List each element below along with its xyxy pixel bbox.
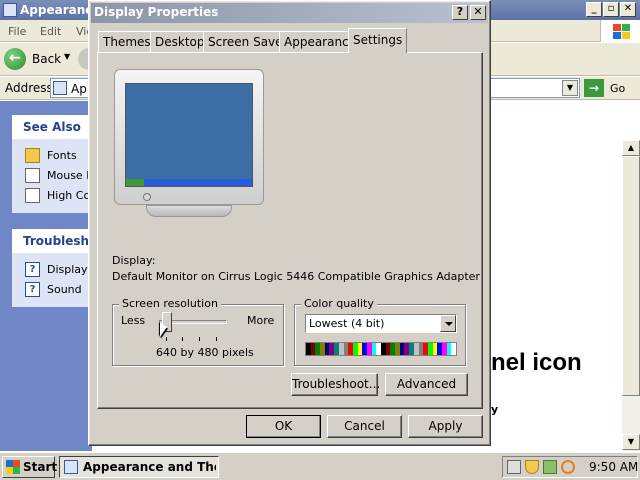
security-shield-icon[interactable] — [525, 460, 539, 474]
back-label: Back — [32, 52, 62, 66]
resolution-more-label: More — [247, 314, 275, 327]
start-button[interactable]: Start — [2, 456, 58, 478]
system-tray: 9:50 AM — [502, 456, 638, 478]
folder-icon — [3, 3, 17, 17]
help-icon: ? — [25, 282, 40, 297]
fonts-folder-icon — [25, 148, 40, 163]
help-icon[interactable]: ? — [452, 5, 468, 20]
task-pane: See Also Fonts Mouse P High Cor Troubles… — [0, 101, 102, 451]
maximize-icon[interactable]: ▫ — [603, 2, 619, 17]
back-arrow-icon: ← — [4, 48, 26, 70]
screen-resolution-title: Screen resolution — [119, 297, 221, 310]
advanced-button[interactable]: Advanced — [385, 373, 468, 396]
monitor-screen — [125, 83, 253, 187]
control-panel-icon — [64, 460, 78, 474]
search-icon[interactable] — [561, 460, 575, 474]
display-label: Display: — [112, 254, 156, 267]
color-palette-preview — [305, 342, 457, 356]
slider-tick — [182, 337, 183, 341]
updates-icon[interactable] — [543, 460, 557, 474]
troubleshoot-button[interactable]: Troubleshoot... — [291, 373, 380, 396]
apply-button[interactable]: Apply — [408, 415, 483, 438]
taskbar-item-appearance[interactable]: Appearance and The... — [59, 456, 219, 478]
color-quality-title: Color quality — [301, 297, 377, 310]
scrollbar-thumb[interactable] — [622, 156, 640, 396]
high-contrast-icon — [25, 188, 40, 203]
menu-edit[interactable]: Edit — [40, 25, 61, 38]
taskbar-item-label: Appearance and The... — [83, 460, 216, 474]
slider-tick — [199, 337, 200, 341]
address-dropdown-icon[interactable]: ▼ — [562, 80, 578, 96]
clock: 9:50 AM — [589, 460, 639, 474]
dialog-title: Display Properties — [94, 5, 219, 19]
preview-taskbar — [126, 179, 252, 186]
cancel-button[interactable]: Cancel — [327, 415, 402, 438]
slider-tick — [216, 337, 217, 341]
windows-logo-icon — [600, 20, 640, 42]
menu-file[interactable]: File — [8, 25, 26, 38]
address-label: Address — [5, 81, 53, 95]
monitor-preview — [114, 69, 264, 217]
scroll-down-icon[interactable]: ▼ — [622, 434, 640, 450]
tab-settings[interactable]: Settings — [348, 28, 408, 53]
control-panel-icon — [53, 81, 67, 95]
go-label: Go — [610, 82, 626, 95]
tab-desktop[interactable]: Desktop — [150, 31, 210, 52]
content-heading: nel icon — [491, 349, 582, 376]
windows-logo-icon — [6, 460, 20, 474]
monitor-stand — [146, 205, 232, 217]
dialog-titlebar[interactable]: Display Properties ? ✕ — [91, 3, 488, 23]
start-label: Start — [23, 460, 58, 474]
mouse-pointer-icon — [25, 168, 40, 183]
monitor-power-icon — [143, 193, 151, 201]
close-icon[interactable]: ✕ — [470, 5, 486, 20]
minimize-icon[interactable]: _ — [586, 2, 602, 17]
preview-start-button — [126, 179, 144, 186]
chevron-down-icon[interactable] — [440, 315, 456, 332]
resolution-value: 640 by 480 pixels — [156, 346, 254, 359]
taskbar: Start Appearance and The... 9:50 AM — [0, 452, 640, 480]
network-icon[interactable] — [507, 460, 521, 474]
ok-button[interactable]: OK — [246, 415, 321, 438]
resolution-less-label: Less — [121, 314, 146, 327]
help-icon: ? — [25, 262, 40, 277]
close-icon[interactable]: ✕ — [620, 2, 636, 17]
tab-themes[interactable]: Themes — [98, 31, 156, 52]
color-quality-value: Lowest (4 bit) — [309, 317, 385, 330]
color-swatch — [451, 343, 456, 355]
vertical-scrollbar[interactable]: ▲ ▼ — [622, 140, 640, 451]
chevron-down-icon[interactable]: ▼ — [64, 52, 70, 61]
display-value: Default Monitor on Cirrus Logic 5446 Com… — [112, 270, 480, 283]
content-text: y — [491, 403, 499, 416]
color-quality-select[interactable]: Lowest (4 bit) — [305, 314, 457, 333]
scroll-up-icon[interactable]: ▲ — [622, 140, 640, 156]
go-arrow-icon: → — [584, 79, 604, 97]
monitor-bezel — [114, 69, 264, 205]
